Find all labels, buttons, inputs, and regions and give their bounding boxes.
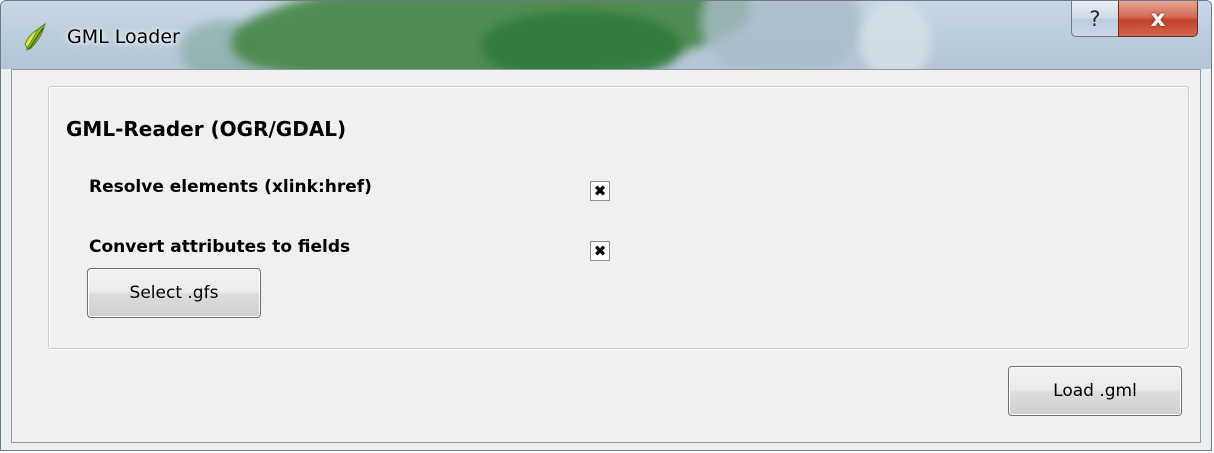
gml-reader-groupbox: GML-Reader (OGR/GDAL) Resolve elements (… <box>48 86 1189 349</box>
load-gml-label: Load .gml <box>1053 381 1137 401</box>
check-mark-icon: ✖ <box>593 181 607 200</box>
close-button[interactable]: x <box>1118 1 1198 37</box>
check-mark-icon: ✖ <box>593 241 607 260</box>
gml-loader-dialog: GML Loader ? x GML-Reader (OGR/GDAL) Res… <box>0 0 1212 451</box>
resolve-elements-label: Resolve elements (xlink:href) <box>89 177 372 197</box>
resolve-elements-checkbox[interactable]: ✖ <box>590 181 610 201</box>
qgis-icon <box>24 22 46 51</box>
help-button[interactable]: ? <box>1071 1 1119 37</box>
select-gfs-button[interactable]: Select .gfs <box>87 268 261 318</box>
group-title: GML-Reader (OGR/GDAL) <box>66 117 347 141</box>
dialog-body: GML-Reader (OGR/GDAL) Resolve elements (… <box>11 69 1201 443</box>
background-map-blur <box>701 1 861 69</box>
window-title: GML Loader <box>67 26 180 48</box>
title-area: GML Loader <box>23 21 180 53</box>
title-bar[interactable]: GML Loader ? x <box>1 1 1211 69</box>
close-icon: x <box>1150 5 1166 32</box>
background-map-blur <box>481 11 681 69</box>
select-gfs-label: Select .gfs <box>129 283 219 303</box>
convert-attributes-checkbox[interactable]: ✖ <box>590 241 610 261</box>
convert-attributes-label: Convert attributes to fields <box>89 237 351 257</box>
help-icon: ? <box>1089 6 1101 31</box>
load-gml-button[interactable]: Load .gml <box>1008 366 1182 416</box>
background-map-blur <box>861 1 931 69</box>
